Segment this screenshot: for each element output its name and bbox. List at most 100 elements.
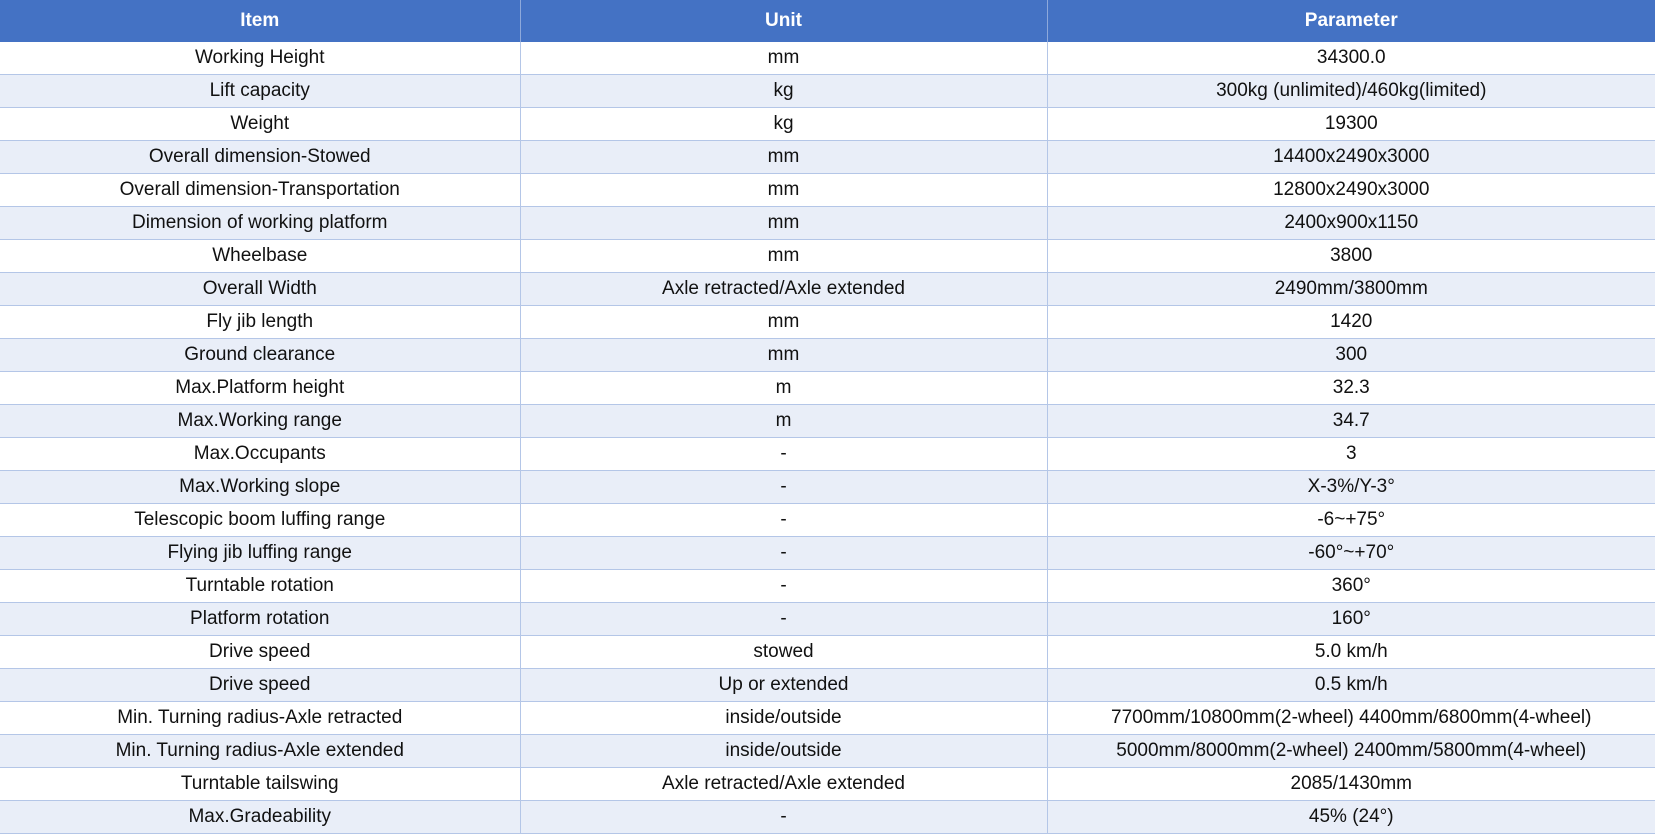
unit-cell: Axle retracted/Axle extended [520,272,1048,306]
item-cell: Overall dimension-Transportation [0,173,521,207]
parameter-cell: 0.5 km/h [1047,668,1655,702]
parameter-cell: 1420 [1047,305,1655,339]
unit-cell: mm [520,140,1048,174]
spec-table: Item Unit Parameter Working Height mm 3430… [0,0,1655,834]
unit-cell: - [520,503,1048,537]
table-body: Working Height mm 34300.0 Lift capacity kg 30… [0,42,1655,834]
unit-cell: - [520,569,1048,603]
header-parameter: Parameter [1047,0,1655,42]
item-cell: Max.Working slope [0,470,521,504]
parameter-cell: 2490mm/3800mm [1047,272,1655,306]
item-cell: Platform rotation [0,602,521,636]
unit-cell: - [520,470,1048,504]
parameter-cell: 12800x2490x3000 [1047,173,1655,207]
item-cell: Working Height [0,42,521,75]
item-cell: Lift capacity [0,74,521,108]
table-row: Ground clearance mm 300 [0,338,1655,372]
table-row: Drive speed Up or extended 0.5 km/h [0,668,1655,702]
item-cell: Ground clearance [0,338,521,372]
table-row: Dimension of working platform mm 2400x900x… [0,206,1655,240]
item-cell: Overall dimension-Stowed [0,140,521,174]
item-cell: Max.Occupants [0,437,521,471]
table-row: Overall Width Axle retracted/Axle extende… [0,272,1655,306]
item-cell: Wheelbase [0,239,521,273]
item-cell: Turntable rotation [0,569,521,603]
item-cell: Turntable tailswing [0,767,521,801]
table-row: Working Height mm 34300.0 [0,42,1655,75]
table-row: Lift capacity kg 300kg (unlimited)/460kg(l… [0,74,1655,108]
item-cell: Flying jib luffing range [0,536,521,570]
unit-cell: kg [520,107,1048,141]
item-cell: Min. Turning radius-Axle extended [0,734,521,768]
unit-cell: inside/outside [520,701,1048,735]
item-cell: Max.Working range [0,404,521,438]
table-row: Min. Turning radius-Axle retracted inside… [0,701,1655,735]
table-row: Min. Turning radius-Axle extended inside/… [0,734,1655,768]
table-header: Item Unit Parameter [0,0,1655,42]
parameter-cell: 3 [1047,437,1655,471]
unit-cell: mm [520,305,1048,339]
item-cell: Drive speed [0,668,521,702]
item-cell: Telescopic boom luffing range [0,503,521,537]
table-row: Flying jib luffing range - -60°~+70° [0,536,1655,570]
parameter-cell: 3800 [1047,239,1655,273]
unit-cell: mm [520,239,1048,273]
unit-cell: m [520,404,1048,438]
table-row: Wheelbase mm 3800 [0,239,1655,273]
item-cell: Max.Platform height [0,371,521,405]
table-row: Max.Occupants -3 [0,437,1655,471]
parameter-cell: 360° [1047,569,1655,603]
item-cell: Fly jib length [0,305,521,339]
unit-cell: - [520,800,1048,834]
unit-cell: - [520,536,1048,570]
header-unit: Unit [520,0,1048,42]
parameter-cell: -60°~+70° [1047,536,1655,570]
parameter-cell: 5.0 km/h [1047,635,1655,669]
unit-cell: mm [520,42,1048,75]
parameter-cell: 32.3 [1047,371,1655,405]
parameter-cell: X-3%/Y-3° [1047,470,1655,504]
parameter-cell: 34.7 [1047,404,1655,438]
item-cell: Weight [0,107,521,141]
table-row: Telescopic boom luffing range - -6~+75° [0,503,1655,537]
unit-cell: stowed [520,635,1048,669]
parameter-cell: 5000mm/8000mm(2-wheel) 2400mm/5800mm(4-w… [1047,734,1655,768]
parameter-cell: 2085/1430mm [1047,767,1655,801]
item-cell: Max.Gradeability [0,800,521,834]
table-row: Platform rotation -160° [0,602,1655,636]
unit-cell: Axle retracted/Axle extended [520,767,1048,801]
unit-cell: - [520,437,1048,471]
table-row: Max.Gradeability -45% (24°) [0,800,1655,834]
parameter-cell: 19300 [1047,107,1655,141]
parameter-cell: 160° [1047,602,1655,636]
table-row: Max.Working slope - X-3%/Y-3° [0,470,1655,504]
parameter-cell: 34300.0 [1047,42,1655,75]
parameter-cell: 14400x2490x3000 [1047,140,1655,174]
unit-cell: Up or extended [520,668,1048,702]
table-row: Turntable tailswing Axle retracted/Axle e… [0,767,1655,801]
unit-cell: - [520,602,1048,636]
unit-cell: mm [520,338,1048,372]
table-row: Overall dimension-Transportation mm 12800x… [0,173,1655,207]
parameter-cell: 300 [1047,338,1655,372]
item-cell: Drive speed [0,635,521,669]
table-row: Drive speed stowed 5.0 km/h [0,635,1655,669]
parameter-cell: -6~+75° [1047,503,1655,537]
header-item: Item [0,0,521,42]
table-row: Max.Platform height m 32.3 [0,371,1655,405]
parameter-cell: 7700mm/10800mm(2-wheel) 4400mm/6800mm(4-… [1047,701,1655,735]
unit-cell: m [520,371,1048,405]
header-row: Item Unit Parameter [0,0,1655,42]
unit-cell: mm [520,206,1048,240]
parameter-cell: 45% (24°) [1047,800,1655,834]
item-cell: Min. Turning radius-Axle retracted [0,701,521,735]
parameter-cell: 300kg (unlimited)/460kg(limited) [1047,74,1655,108]
parameter-cell: 2400x900x1150 [1047,206,1655,240]
table-row: Weight kg 19300 [0,107,1655,141]
item-cell: Dimension of working platform [0,206,521,240]
table-row: Turntable rotation -360° [0,569,1655,603]
unit-cell: kg [520,74,1048,108]
item-cell: Overall Width [0,272,521,306]
table-row: Max.Working range m 34.7 [0,404,1655,438]
unit-cell: inside/outside [520,734,1048,768]
